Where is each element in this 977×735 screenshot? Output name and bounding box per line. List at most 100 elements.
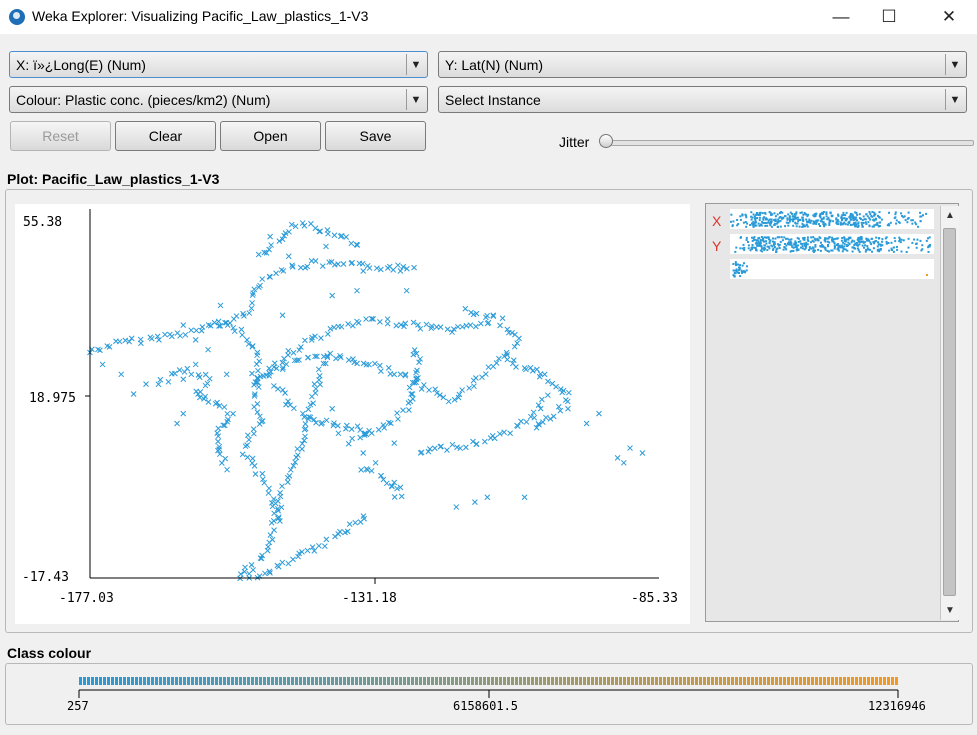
data-point-marker	[375, 426, 382, 433]
data-point-marker	[395, 262, 401, 269]
scrollbar-thumb[interactable]	[943, 228, 956, 596]
data-point-marker	[323, 536, 330, 543]
attribute-dot	[753, 215, 756, 218]
attribute-dot	[773, 246, 776, 248]
data-point-marker	[246, 310, 253, 316]
data-point-marker	[299, 220, 306, 226]
attribute-dot	[832, 220, 835, 223]
attribute-dot	[801, 216, 804, 219]
data-point-marker	[555, 403, 562, 410]
attribute-dot	[775, 251, 778, 253]
attribute-dot	[818, 236, 821, 239]
data-point-marker	[497, 322, 503, 329]
attribute-dot	[888, 249, 891, 252]
data-point-marker	[137, 336, 144, 343]
data-point-marker	[467, 322, 474, 328]
attribute-dot	[784, 225, 787, 228]
data-point-marker	[271, 527, 277, 533]
attribute-dot	[842, 214, 845, 216]
data-point-marker	[239, 332, 246, 338]
data-point-marker	[157, 376, 164, 383]
y-axis-select[interactable]: Y: Lat(N) (Num) ▼	[438, 51, 967, 78]
data-point-marker	[251, 463, 258, 469]
reset-button[interactable]: Reset	[10, 121, 111, 151]
data-point-marker	[280, 268, 287, 274]
select-instance-select[interactable]: Select Instance ▼	[438, 86, 967, 113]
data-point-marker	[222, 455, 229, 462]
attribute-dot	[795, 225, 798, 228]
x-axis-select[interactable]: X: ï»¿Long(E) (Num) ▼	[9, 51, 428, 78]
attribute-dot	[864, 221, 867, 224]
data-point-marker	[543, 414, 549, 421]
data-point-marker	[348, 426, 355, 433]
attribute-scrollbar[interactable]: ▲ ▼	[940, 206, 959, 620]
data-point-marker	[354, 287, 360, 294]
attribute-dot	[843, 237, 846, 240]
attribute-dot	[773, 219, 776, 221]
attribute-bar-row[interactable]	[730, 234, 934, 254]
colour-select[interactable]: Colour: Plastic conc. (pieces/km2) (Num)…	[9, 86, 428, 113]
attribute-dot	[782, 216, 785, 219]
attribute-dot	[829, 212, 832, 215]
attribute-dot	[921, 244, 924, 247]
attribute-dot	[766, 224, 769, 227]
attribute-dot	[837, 223, 840, 226]
data-point-marker	[363, 316, 369, 322]
attribute-dot	[877, 243, 880, 246]
jitter-slider-track[interactable]	[600, 140, 974, 146]
class-colour-panel	[5, 663, 973, 725]
data-point-marker	[248, 305, 255, 312]
attribute-dot	[927, 250, 930, 253]
jitter-slider-thumb[interactable]	[599, 134, 613, 148]
data-point-marker	[437, 324, 444, 330]
attribute-dot	[898, 221, 901, 224]
attribute-dot	[735, 264, 737, 267]
attribute-dot	[787, 224, 790, 227]
attribute-dot	[733, 275, 736, 278]
attribute-dot	[745, 225, 748, 228]
attribute-dot	[789, 242, 792, 245]
attribute-dot	[764, 224, 767, 227]
attribute-dot	[744, 271, 747, 274]
data-point-marker	[378, 368, 384, 375]
open-button[interactable]: Open	[220, 121, 321, 151]
save-button[interactable]: Save	[325, 121, 426, 151]
minimize-button[interactable]: —	[818, 0, 864, 34]
data-point-marker	[188, 327, 195, 334]
scatter-plot[interactable]: 55.38 18.975 -17.43 -177.03 -131.18 -85.…	[15, 204, 690, 624]
attribute-dot	[752, 225, 755, 228]
scroll-down-icon[interactable]: ▼	[941, 601, 959, 619]
attribute-bar-row[interactable]	[730, 259, 934, 279]
attribute-bar-row[interactable]	[730, 209, 934, 229]
attribute-dot	[824, 223, 827, 226]
data-point-marker	[215, 318, 222, 325]
attribute-dot	[795, 248, 798, 251]
clear-button[interactable]: Clear	[115, 121, 216, 151]
attribute-dot	[851, 239, 854, 242]
points-layer	[87, 220, 646, 582]
data-point-marker	[250, 426, 257, 432]
attribute-dot	[779, 216, 782, 219]
data-point-marker	[468, 309, 474, 316]
attribute-dot	[878, 211, 881, 214]
data-point-marker	[614, 455, 621, 461]
data-point-marker	[285, 253, 292, 260]
scroll-up-icon[interactable]: ▲	[941, 206, 959, 224]
attribute-dot	[868, 217, 871, 220]
attr-y-marker: Y	[712, 238, 722, 254]
data-point-marker	[259, 276, 266, 282]
data-point-marker	[99, 361, 106, 368]
attribute-dot	[774, 237, 777, 240]
data-point-marker	[172, 370, 178, 377]
attribute-dot	[833, 242, 836, 245]
attribute-dot	[773, 243, 775, 245]
data-point-marker	[398, 493, 405, 500]
close-button[interactable]: ✕	[926, 0, 972, 34]
maximize-button[interactable]: ☐	[866, 0, 912, 34]
data-point-marker	[346, 521, 353, 527]
attribute-dot	[788, 215, 791, 218]
data-point-marker	[384, 316, 391, 322]
attribute-dot	[885, 242, 888, 245]
attribute-dot	[861, 225, 864, 228]
attribute-dot	[751, 239, 754, 242]
